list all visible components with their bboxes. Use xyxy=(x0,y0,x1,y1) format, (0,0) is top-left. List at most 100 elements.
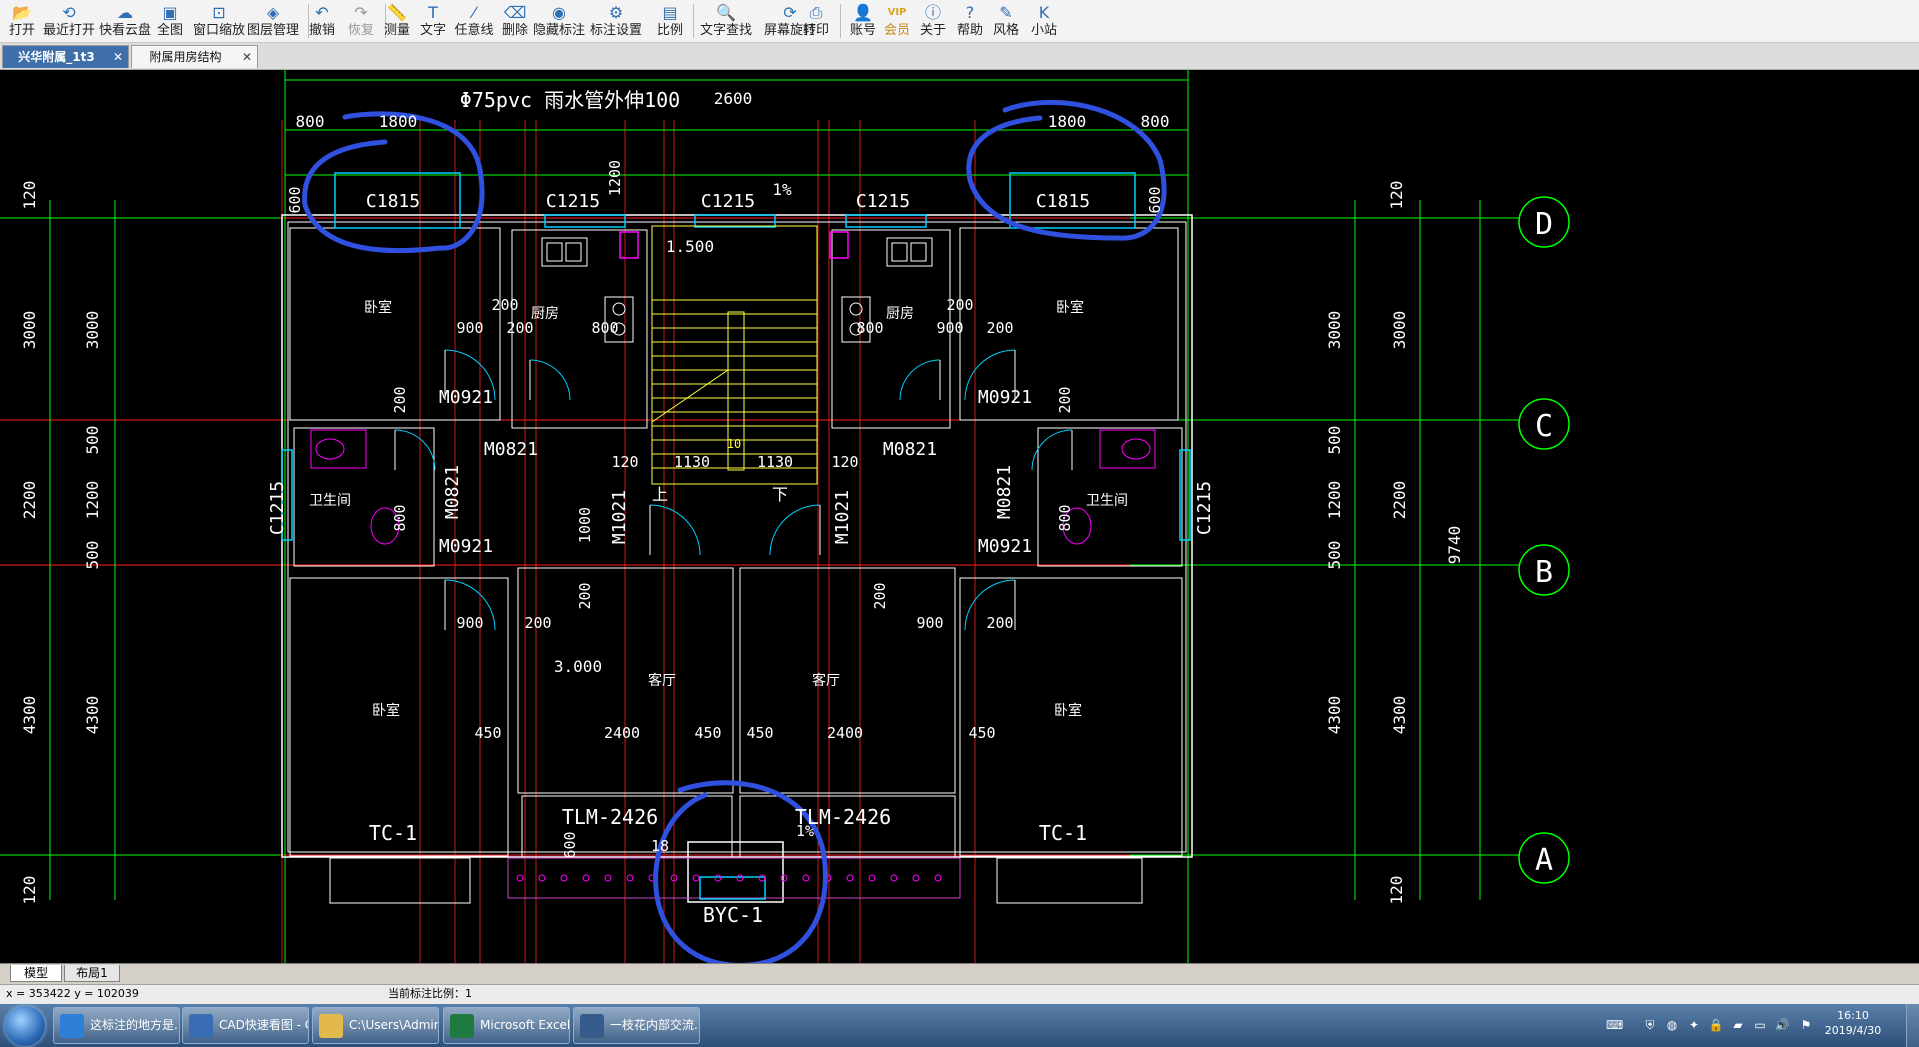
main-toolbar: 📂 打开 ⟲ 最近打开 ☁ 快看云盘 ▣ 全图 ⊡ 窗口缩放 ◈ 图层管理 ↶ 撤销 ↷ 恢复 📏 测量 T 文字 ⁄ 任… xyxy=(0,0,1919,43)
room-label: 卧室 xyxy=(364,299,392,316)
balcony-label: BYC-1 xyxy=(703,903,763,927)
close-icon[interactable]: ✕ xyxy=(113,46,123,68)
toolbar-button-layers[interactable]: ◈ 图层管理 xyxy=(242,0,304,42)
taskbar-item[interactable]: 这标注的地方是... xyxy=(53,1007,180,1044)
security-icon[interactable]: ✦ xyxy=(1686,1017,1702,1033)
rotate-screen-icon: ⟳ xyxy=(783,3,797,22)
toolbar-button-undo[interactable]: ↶ 撤销 xyxy=(302,0,342,42)
dimension-text: 120 xyxy=(831,453,858,471)
window-label: C1215 xyxy=(546,191,600,212)
dimension-text: 900 xyxy=(456,614,483,632)
door-swing xyxy=(649,504,701,556)
dimension-text: 4300 xyxy=(20,696,39,735)
dimension-text: 200 xyxy=(1056,386,1074,413)
door-label: M0821 xyxy=(883,439,937,460)
living-room-wall xyxy=(517,567,734,794)
toolbar-button-full-view[interactable]: ▣ 全图 xyxy=(151,0,189,42)
dimension-text: 200 xyxy=(491,296,518,314)
tab-fushu-structure[interactable]: 附属用房结构 ✕ xyxy=(131,45,258,68)
toolbar-button-redo[interactable]: ↷ 恢复 xyxy=(341,0,381,42)
toolbar-button-window-zoom[interactable]: ⊡ 窗口缩放 xyxy=(189,0,249,42)
shield-icon[interactable]: ⛨ xyxy=(1642,1017,1658,1033)
toolbar-button-recent[interactable]: ⟲ 最近打开 xyxy=(39,0,99,42)
dimension-text: 1200 xyxy=(83,481,102,520)
tab-model[interactable]: 模型 xyxy=(10,965,62,982)
dimension-text: 200 xyxy=(391,386,409,413)
window-c1215 xyxy=(544,214,626,228)
toolbar-button-scale[interactable]: ▤ 比例 xyxy=(651,0,689,42)
toolbar-button-line[interactable]: ⁄ 任意线 xyxy=(448,0,500,42)
floor-drain xyxy=(934,874,942,882)
toolbar-button-label: 隐藏标注 xyxy=(532,23,585,38)
dimension-text: 900 xyxy=(936,319,963,337)
dimension-text: 120 xyxy=(611,453,638,471)
toolbar-button-hide-annotation[interactable]: ◉ 隐藏标注 xyxy=(527,0,591,42)
floor-drain xyxy=(890,874,898,882)
kitchen-sink-bowl xyxy=(891,242,908,262)
start-button[interactable] xyxy=(5,1006,45,1046)
taskbar-item[interactable]: C:\Users\Admini... xyxy=(312,1007,439,1044)
toolbar-button-annotation-settings[interactable]: ⚙ 标注设置 xyxy=(584,0,648,42)
toolbar-button-style[interactable]: ✎ 风格 xyxy=(986,0,1026,42)
tab-layout1[interactable]: 布局1 xyxy=(64,965,120,982)
dimension-text: 1130 xyxy=(757,453,793,471)
about-icon: ⓘ xyxy=(924,3,941,22)
floor-drain xyxy=(868,874,876,882)
floor-drain xyxy=(692,874,700,882)
keyboard-icon[interactable]: ⌨ xyxy=(1606,1017,1623,1033)
toolbar-button-text[interactable]: T 文字 xyxy=(413,0,453,42)
taskbar-item[interactable]: CAD快速看图 - C... xyxy=(182,1007,309,1044)
dimension-text: 3000 xyxy=(1325,311,1344,350)
close-icon[interactable]: ✕ xyxy=(242,46,252,68)
axis-bubble-label: C xyxy=(1535,409,1553,444)
lock-icon[interactable]: 🔒 xyxy=(1708,1017,1724,1033)
toolbar-button-open-folder[interactable]: 📂 打开 xyxy=(2,0,42,42)
volume-icon[interactable]: 🔊 xyxy=(1774,1017,1790,1033)
window-label: C1815 xyxy=(366,191,420,212)
taskbar-item-label: C:\Users\Admini... xyxy=(349,1018,438,1032)
door-label: M0821 xyxy=(442,465,463,519)
dimension-text: 9740 xyxy=(1445,526,1464,565)
toolbar-button-label: 关于 xyxy=(919,23,946,38)
axis-bubble-label: D xyxy=(1535,207,1553,242)
nvidia-icon[interactable]: ▰ xyxy=(1730,1017,1746,1033)
display-icon[interactable]: ▭ xyxy=(1752,1017,1768,1033)
flag-icon[interactable]: ⚑ xyxy=(1798,1017,1814,1033)
floor-drain xyxy=(912,874,920,882)
slope-mark: 1% xyxy=(772,180,792,199)
toolbar-button-label: 标注设置 xyxy=(589,23,642,38)
toolbar-button-text-search[interactable]: 🔍 文字查找 xyxy=(693,0,759,42)
toolbar-button-measure[interactable]: 📏 测量 xyxy=(377,0,417,42)
toolbar-button-cloud[interactable]: ☁ 快看云盘 xyxy=(94,0,156,42)
eraser-icon: ⌫ xyxy=(503,3,527,22)
window-c1215 xyxy=(694,214,776,228)
kitchen-sink-bowl xyxy=(565,242,582,262)
washbasin xyxy=(1099,429,1156,469)
dimension-text: 200 xyxy=(524,614,551,632)
dimension-text: 900 xyxy=(916,614,943,632)
cad-drawing-canvas[interactable]: D C B A Φ75pvc 雨水管外伸100 C1815 C1215 C1215 C1215 C… xyxy=(0,70,1919,963)
toolbar-button-vip[interactable]: VIP 会员 xyxy=(876,0,918,42)
balcony-box xyxy=(687,841,784,903)
tab-xinghua-fushu[interactable]: 兴华附属_1t3 ✕ xyxy=(2,45,129,68)
toolbar-button-kuaikan-site[interactable]: K 小站 xyxy=(1024,0,1064,42)
toolbar-button-print[interactable]: ⎙ 打印 xyxy=(796,0,836,42)
door-label: M1021 xyxy=(832,490,853,544)
network-icon[interactable]: ◍ xyxy=(1664,1017,1680,1033)
room-label: 厨房 xyxy=(531,306,559,322)
show-desktop-button[interactable] xyxy=(1906,1004,1919,1047)
stair-down-label: 下 xyxy=(772,485,788,504)
open-folder-icon: 📂 xyxy=(12,3,32,22)
dimension-text: 800 xyxy=(391,504,409,531)
toolbar-button-about[interactable]: ⓘ 关于 xyxy=(913,0,953,42)
toolbar-button-label: 会员 xyxy=(883,23,910,38)
clock-date: 2019/4/30 xyxy=(1824,1024,1882,1037)
toolbar-button-label: 文字 xyxy=(419,23,446,38)
toolbar-button-help[interactable]: ? 帮助 xyxy=(950,0,990,42)
washbasin-bowl xyxy=(1121,438,1151,460)
taskbar-item[interactable]: 一枝花内部交流... xyxy=(573,1007,700,1044)
taskbar-item[interactable]: Microsoft Excel ... xyxy=(443,1007,570,1044)
balcony-label: TC-1 xyxy=(1039,821,1087,845)
floor-drain xyxy=(560,874,568,882)
clock[interactable]: 16:10 2019/4/30 xyxy=(1818,1008,1888,1038)
